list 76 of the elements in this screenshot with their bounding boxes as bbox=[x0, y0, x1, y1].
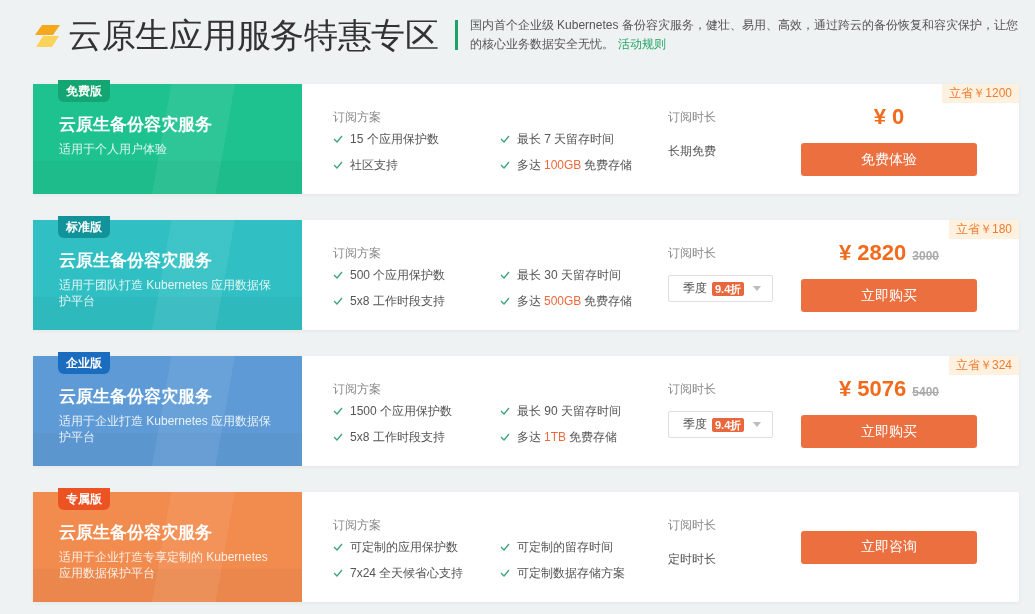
edition-badge: 标准版 bbox=[58, 216, 110, 238]
check-icon bbox=[333, 297, 343, 305]
check-icon bbox=[333, 543, 343, 551]
plan-label: 订阅方案 bbox=[333, 245, 382, 262]
duration-select[interactable]: 季度 9.4折 bbox=[668, 275, 773, 302]
plan-label: 订阅方案 bbox=[333, 517, 382, 534]
plan-subtitle: 适用于个人用户体验 bbox=[59, 141, 168, 157]
check-icon bbox=[333, 407, 343, 415]
plan-title: 云原生备份容灾服务 bbox=[59, 386, 213, 408]
duration-value: 长期免费 bbox=[668, 143, 717, 160]
feature-text: 最长 90 天留存时间 bbox=[517, 403, 621, 420]
feature-text: 社区支持 bbox=[350, 157, 398, 174]
original-price: 5400 bbox=[912, 385, 939, 399]
edition-badge: 免费版 bbox=[58, 80, 110, 102]
duration-value: 定时时长 bbox=[668, 551, 717, 568]
feature-text: 最长 7 天留存时间 bbox=[517, 131, 615, 148]
action-button[interactable]: 立即购买 bbox=[801, 415, 977, 448]
header-description: 国内首个企业级 Kubernetes 备份容灾服务，健壮、易用、高效，通过跨云的备份恢复和容灾保护，让您的核心业务数据安全无忧。 活动规则 bbox=[469, 17, 1019, 53]
check-icon bbox=[500, 161, 510, 169]
action-button[interactable]: 免费体验 bbox=[801, 143, 977, 176]
duration-label: 订阅时长 bbox=[668, 381, 717, 398]
feature-text: 可定制数据存储方案 bbox=[517, 565, 625, 582]
feature-text: 5x8 工作时段支持 bbox=[350, 429, 445, 446]
plan-subtitle: 适用于团队打造 Kubernetes 应用数据保护平台 bbox=[59, 277, 273, 309]
plan-subtitle: 适用于企业打造专享定制的 Kubernetes 应用数据保护平台 bbox=[59, 549, 269, 581]
feature-text: 7x24 全天候省心支持 bbox=[350, 565, 464, 582]
caret-icon bbox=[753, 422, 762, 427]
feature-text: 多达 100GB 免费存储 bbox=[517, 157, 633, 174]
check-icon bbox=[333, 271, 343, 279]
caret-icon bbox=[753, 286, 762, 291]
action-button[interactable]: 立即咨询 bbox=[801, 530, 977, 564]
check-icon bbox=[500, 407, 510, 415]
feature-text: 多达 1TB 免费存储 bbox=[517, 429, 617, 446]
price: ¥ 5076 bbox=[839, 376, 907, 402]
feature-text: 1500 个应用保护数 bbox=[350, 403, 453, 420]
plan-label: 订阅方案 bbox=[333, 109, 382, 126]
check-icon bbox=[500, 569, 510, 577]
savings-tag: 立省￥324 bbox=[948, 356, 1019, 375]
feature-text: 最长 30 天留存时间 bbox=[517, 267, 621, 284]
original-price: 3000 bbox=[912, 249, 939, 263]
rules-link[interactable]: 活动规则 bbox=[617, 37, 666, 51]
action-button[interactable]: 立即购买 bbox=[801, 279, 977, 312]
check-icon bbox=[333, 569, 343, 577]
savings-tag: 立省￥180 bbox=[948, 220, 1019, 239]
plan-title: 云原生备份容灾服务 bbox=[59, 522, 213, 544]
check-icon bbox=[500, 135, 510, 143]
check-icon bbox=[500, 271, 510, 279]
feature-text: 15 个应用保护数 bbox=[350, 131, 439, 148]
price: ¥ 0 bbox=[873, 104, 905, 130]
plan-label: 订阅方案 bbox=[333, 381, 382, 398]
check-icon bbox=[500, 543, 510, 551]
edition-badge: 专属版 bbox=[58, 488, 110, 510]
savings-tag: 立省￥1200 bbox=[942, 84, 1019, 103]
plan-title: 云原生备份容灾服务 bbox=[59, 114, 213, 136]
feature-text: 500 个应用保护数 bbox=[350, 267, 446, 284]
feature-text: 多达 500GB 免费存储 bbox=[517, 293, 633, 310]
feature-text: 可定制的应用保护数 bbox=[350, 539, 458, 556]
check-icon bbox=[500, 433, 510, 441]
check-icon bbox=[500, 297, 510, 305]
duration-label: 订阅时长 bbox=[668, 245, 717, 262]
feature-text: 5x8 工作时段支持 bbox=[350, 293, 445, 310]
discount-badge: 9.4折 bbox=[712, 417, 745, 432]
discount-badge: 9.4折 bbox=[712, 281, 745, 296]
feature-text: 可定制的留存时间 bbox=[517, 539, 613, 556]
duration-select[interactable]: 季度 9.4折 bbox=[668, 411, 773, 438]
plan-subtitle: 适用于企业打造 Kubernetes 应用数据保护平台 bbox=[59, 413, 273, 445]
duration-label: 订阅时长 bbox=[668, 517, 717, 534]
plan-title: 云原生备份容灾服务 bbox=[59, 250, 213, 272]
logo-icon bbox=[33, 24, 61, 48]
check-icon bbox=[333, 161, 343, 169]
check-icon bbox=[333, 135, 343, 143]
price: ¥ 2820 bbox=[839, 240, 907, 266]
page-title: 云原生应用服务特惠专区 bbox=[68, 15, 439, 55]
check-icon bbox=[333, 433, 343, 441]
edition-badge: 企业版 bbox=[58, 352, 110, 374]
duration-label: 订阅时长 bbox=[668, 109, 717, 126]
